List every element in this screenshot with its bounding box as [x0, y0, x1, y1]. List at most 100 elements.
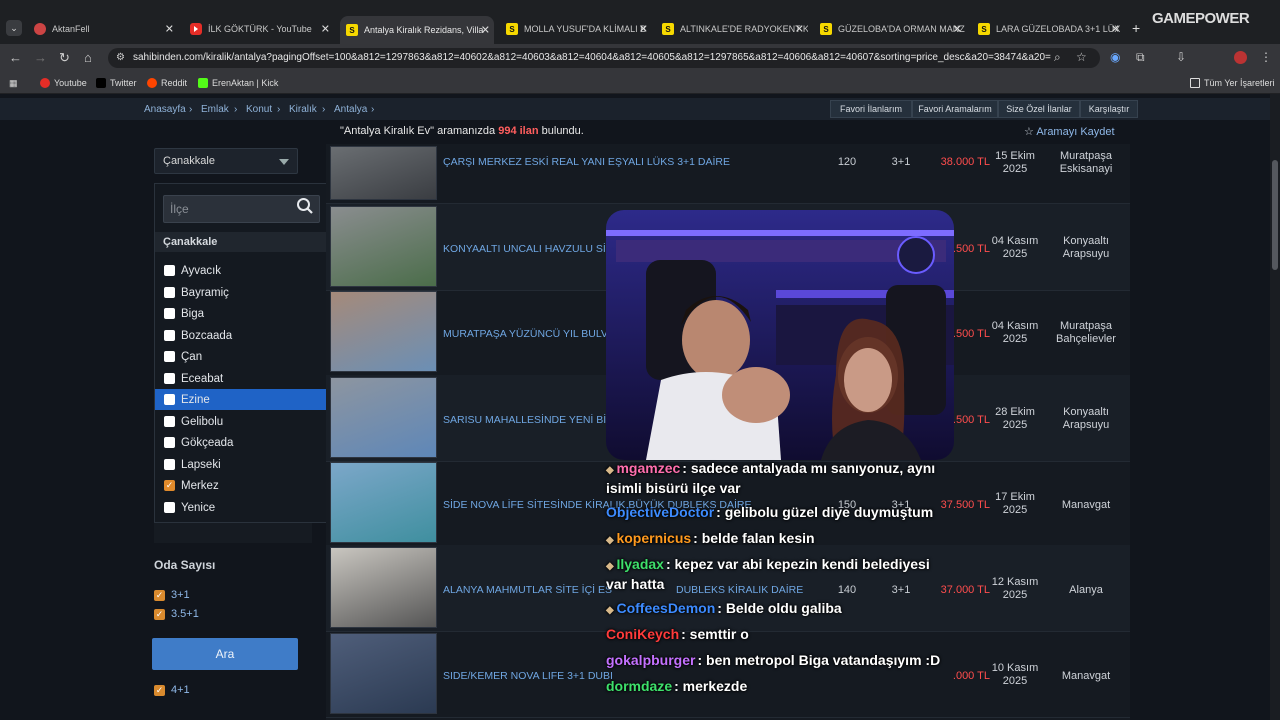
chat-username: mgamzec: [616, 460, 681, 476]
checkbox[interactable]: [164, 287, 175, 298]
checkbox-checked[interactable]: ✓: [154, 608, 165, 620]
checkbox[interactable]: [164, 373, 175, 384]
favorite-listings-link[interactable]: Favori İlanlarım: [830, 100, 912, 118]
url-text[interactable]: sahibinden.com/kiralik/antalya?pagingOff…: [133, 52, 1051, 63]
checkbox[interactable]: [164, 437, 175, 448]
bookmark-twitter[interactable]: Twitter: [96, 78, 137, 88]
compare-link[interactable]: Karşılaştır: [1080, 100, 1138, 118]
close-icon[interactable]: ✕: [481, 24, 490, 37]
tab-altinkale[interactable]: S ALTINKALE'DE RADYOKENT K ✕: [656, 17, 808, 41]
puzzle-icon[interactable]: ⧉: [1136, 50, 1145, 65]
listing-title[interactable]: KONYAALTI UNCALI HAVZULU SİTE: [443, 243, 619, 255]
close-icon[interactable]: ✕: [165, 23, 174, 36]
chat-badge-icon: ◆: [606, 605, 617, 616]
close-icon[interactable]: ✕: [639, 23, 648, 36]
search-icon[interactable]: [296, 197, 314, 215]
checkbox-checked[interactable]: ✓: [154, 589, 165, 601]
tab-molla-yusuf[interactable]: S MOLLA YUSUF'DA KLİMALI B ✕: [500, 17, 652, 41]
close-icon[interactable]: ✕: [953, 23, 962, 36]
home-icon[interactable]: ⌂: [84, 50, 92, 65]
forward-icon[interactable]: →: [34, 50, 47, 65]
room-option[interactable]: ✓ 3+1: [154, 589, 190, 601]
search-button[interactable]: Ara: [152, 638, 298, 670]
district-option[interactable]: Ayvacık: [155, 260, 333, 281]
back-icon[interactable]: ←: [9, 50, 22, 65]
bookmark-youtube[interactable]: Youtube: [40, 78, 87, 88]
district-option[interactable]: Gelibolu: [155, 411, 333, 432]
extension-icon[interactable]: ◉: [1110, 50, 1120, 64]
listing-title[interactable]: ALANYA MAHMUTLAR SİTE İÇİ ES: [443, 584, 612, 596]
listing-thumbnail[interactable]: [330, 146, 437, 200]
checkbox[interactable]: [164, 265, 175, 276]
tab-antalya-kiralik[interactable]: S Antalya Kiralık Rezidans, Villa ✕: [340, 16, 494, 44]
listing-title-tail[interactable]: DUBLEKS KİRALIK DAİRE: [676, 584, 803, 596]
listing-title[interactable]: ÇARŞI MERKEZ ESKİ REAL YANI EŞYALI LÜKS …: [443, 156, 730, 168]
city-select[interactable]: Çanakkale: [154, 148, 298, 174]
district-option[interactable]: Gökçeada: [155, 432, 333, 453]
listing-title[interactable]: SARISU MAHALLESİNDE YENİ BİNA: [443, 414, 621, 426]
listing-thumbnail[interactable]: [330, 633, 437, 714]
listing-date-line: 17 Ekim: [995, 490, 1035, 503]
site-info-icon[interactable]: ⚙: [116, 52, 125, 63]
listing-date-line: 2025: [1002, 588, 1028, 601]
tab-aktanfell[interactable]: AktanFell ✕: [28, 17, 178, 41]
breadcrumb-anasayfa[interactable]: Anasayfa: [144, 104, 186, 115]
breadcrumb-emlak[interactable]: Emlak: [201, 104, 229, 115]
listing-thumbnail[interactable]: [330, 377, 437, 458]
listing-thumbnail[interactable]: [330, 206, 437, 287]
reload-icon[interactable]: ↻: [59, 50, 70, 66]
breadcrumb-kiralik[interactable]: Kiralık: [289, 104, 317, 115]
listing-title[interactable]: MURATPAŞA YÜZÜNCÜ YIL BULVAR: [443, 328, 622, 340]
all-bookmarks[interactable]: Tüm Yer İşaretleri: [1190, 78, 1275, 88]
profile-icon[interactable]: [1234, 51, 1247, 64]
close-icon[interactable]: ✕: [321, 23, 330, 36]
tab-guzeloba[interactable]: S GÜZELOBA'DA ORMAN MANZ ✕: [814, 17, 966, 41]
listing-thumbnail[interactable]: [330, 462, 437, 543]
breadcrumb-konut[interactable]: Konut: [246, 104, 272, 115]
bookmark-kick[interactable]: ErenAktan | Kick: [198, 78, 278, 88]
close-icon[interactable]: ✕: [1111, 23, 1120, 36]
listing-thumbnail[interactable]: [330, 291, 437, 372]
apps-icon[interactable]: ▦: [9, 78, 18, 89]
menu-icon[interactable]: ⋮: [1260, 50, 1272, 64]
tab-lara-guzelobada[interactable]: S LARA GÜZELOBADA 3+1 LÜX ✕: [972, 17, 1124, 41]
checkbox[interactable]: [164, 308, 175, 319]
listing-title[interactable]: SIDE/KEMER NOVA LIFE 3+1 DUBI: [443, 670, 613, 682]
district-option[interactable]: Bayramiç: [155, 282, 333, 303]
bookmark-reddit[interactable]: Reddit: [147, 78, 187, 88]
listing-thumbnail[interactable]: [330, 547, 437, 628]
district-option-highlighted[interactable]: Ezine: [155, 389, 333, 410]
tab-search-button[interactable]: ⌄: [6, 20, 22, 36]
listing-rooms: 3+1: [891, 156, 911, 168]
district-option[interactable]: Biga: [155, 303, 333, 324]
room-option[interactable]: ✓ 4+1: [154, 684, 190, 696]
room-option[interactable]: ✓ 3.5+1: [154, 608, 199, 620]
chat-badge-icon: ◆: [606, 561, 617, 572]
page-scrollbar-thumb[interactable]: [1272, 160, 1278, 270]
tab-youtube[interactable]: İLK GÖKTÜRK - YouTube ✕: [184, 17, 334, 41]
listing-date-line: 2025: [1002, 503, 1028, 516]
district-option[interactable]: Eceabat: [155, 368, 333, 389]
checkbox[interactable]: [164, 502, 175, 513]
save-search-button[interactable]: ☆ Aramayı Kaydet: [1024, 125, 1115, 138]
checkbox[interactable]: [164, 351, 175, 362]
checkbox[interactable]: [164, 394, 175, 405]
checkbox[interactable]: [164, 330, 175, 341]
special-listings-link[interactable]: Size Özel İlanlar: [998, 100, 1080, 118]
favorite-searches-link[interactable]: Favori Aramalarım: [912, 100, 998, 118]
breadcrumb-antalya[interactable]: Antalya: [334, 104, 367, 115]
district-option[interactable]: Bozcaada: [155, 325, 333, 346]
close-icon[interactable]: ✕: [795, 23, 804, 36]
checkbox-checked[interactable]: ✓: [154, 684, 165, 696]
checkbox[interactable]: [164, 459, 175, 470]
downloads-icon[interactable]: ⇩: [1176, 50, 1186, 64]
district-option[interactable]: Yenice: [155, 497, 333, 518]
district-option[interactable]: Çan: [155, 346, 333, 367]
district-option[interactable]: Lapseki: [155, 454, 333, 475]
new-tab-button[interactable]: +: [1132, 20, 1140, 36]
district-option[interactable]: ✓ Merkez: [155, 475, 333, 496]
zoom-search-icon[interactable]: ⌕: [1054, 50, 1061, 65]
bookmark-star-icon[interactable]: ☆: [1076, 50, 1087, 64]
checkbox[interactable]: [164, 416, 175, 427]
checkbox-checked[interactable]: ✓: [164, 480, 175, 491]
